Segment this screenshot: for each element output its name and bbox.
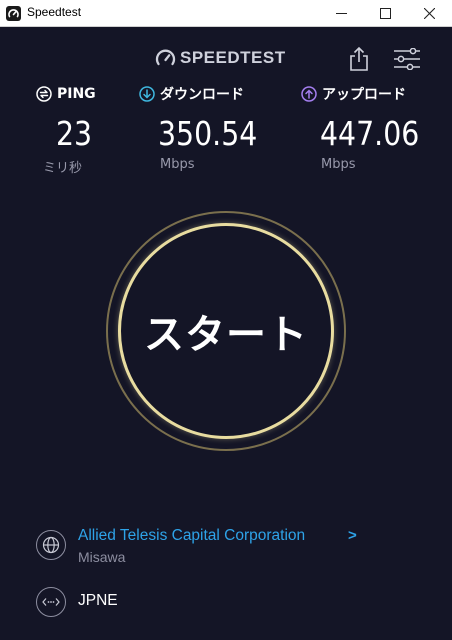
connection-dots-icon: [36, 587, 66, 617]
brand-text: SPEEDTEST: [180, 48, 286, 67]
download-metric: ダウンロード 350.54 Mbps: [139, 84, 257, 172]
window-title: Speedtest: [27, 5, 82, 19]
download-unit: Mbps: [160, 157, 195, 172]
share-button[interactable]: [347, 46, 371, 72]
server-selector[interactable]: Allied Telesis Capital Corporation > Mis…: [36, 525, 436, 569]
speedtest-gauge-icon: [6, 6, 21, 21]
server-location: Misawa: [78, 549, 126, 565]
isp-name: JPNE: [78, 592, 118, 609]
upload-metric: アップロード 447.06 Mbps: [301, 84, 419, 172]
ping-label: PING: [57, 86, 96, 102]
upload-value: 447.06: [320, 114, 420, 153]
minimize-icon: [335, 13, 347, 14]
chevron-right-icon[interactable]: >: [348, 527, 357, 544]
speedtest-logo-icon: [155, 49, 176, 66]
download-arrow-icon: [139, 86, 155, 102]
share-icon: [350, 46, 368, 71]
maximize-button[interactable]: [362, 0, 408, 27]
close-button[interactable]: [406, 0, 452, 27]
ping-metric: PING 23 ミリ秒: [36, 84, 96, 176]
globe-icon: [36, 530, 66, 560]
start-button[interactable]: スタート: [118, 223, 334, 439]
download-value: 350.54: [158, 114, 258, 153]
maximize-icon: [379, 8, 391, 19]
settings-button[interactable]: [393, 47, 421, 71]
ping-value: 23: [56, 114, 93, 153]
isp-info: JPNE: [36, 586, 336, 618]
upload-unit: Mbps: [321, 157, 356, 172]
upload-label: アップロード: [322, 87, 406, 103]
settings-sliders-icon: [394, 47, 420, 71]
window-titlebar: Speedtest: [0, 0, 452, 27]
ping-icon: [36, 86, 52, 102]
start-label: スタート: [144, 312, 308, 358]
speedtest-logo: SPEEDTEST: [155, 47, 286, 69]
download-label: ダウンロード: [160, 87, 244, 103]
server-name[interactable]: Allied Telesis Capital Corporation: [78, 527, 305, 545]
upload-arrow-icon: [301, 86, 317, 102]
minimize-button[interactable]: [318, 0, 364, 27]
close-icon: [423, 8, 435, 19]
ping-unit: ミリ秒: [43, 161, 83, 176]
